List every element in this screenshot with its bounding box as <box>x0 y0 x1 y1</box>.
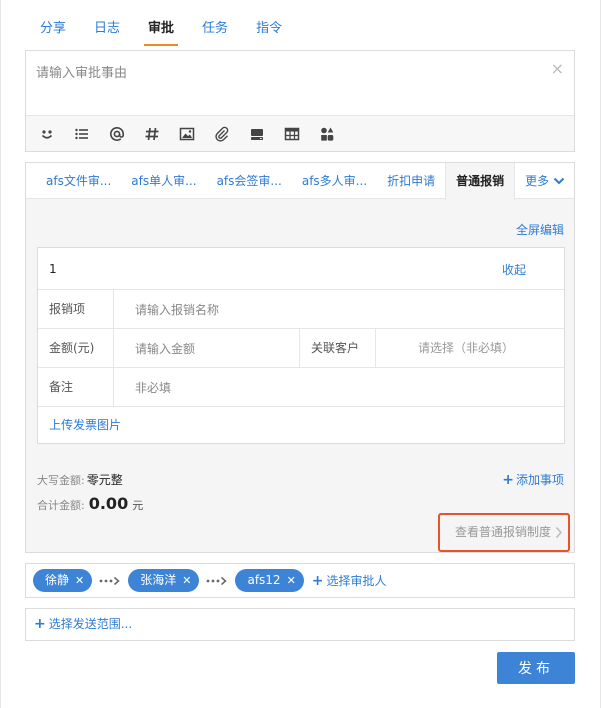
publish-button[interactable]: 发布 <box>497 652 575 684</box>
plus-icon: + <box>34 616 46 632</box>
tab-more-label: 更多 <box>525 174 550 188</box>
expense-item-header: 1 收起 <box>38 248 564 290</box>
reason-input[interactable] <box>36 63 536 83</box>
expense-name-row: 报销项 <box>38 290 564 329</box>
tab-approval[interactable]: 审批 <box>134 0 188 46</box>
approver-name: afs12 <box>247 573 281 587</box>
select-approver-label: 选择审批人 <box>326 574 387 588</box>
tab-afs-single-approval[interactable]: afs单人审... <box>121 163 206 199</box>
total-amount-value: 0.00 <box>88 494 129 513</box>
top-tabs: 分享 日志 审批 任务 指令 <box>26 0 296 46</box>
plus-icon: + <box>311 573 324 589</box>
tab-afs-file-approval[interactable]: afs文件审... <box>26 163 121 199</box>
add-item-label: 添加事项 <box>515 473 564 487</box>
uppercase-amount: 大写金额: 零元整 <box>37 471 123 488</box>
amount-row: 金额(元) 关联客户 请选择（非必填） <box>38 329 564 368</box>
upload-row: 上传发票图片 <box>38 407 564 446</box>
plus-icon: + <box>502 472 514 488</box>
composer-toolbar <box>26 115 574 151</box>
tab-more[interactable]: 更多 <box>515 163 575 199</box>
expense-item-card: 1 收起 报销项 金额(元) 关联客户 请选择（非必填） 备注 上传发票图片 <box>37 247 565 444</box>
uppercase-amount-value: 零元整 <box>86 473 123 487</box>
expense-item-label: 报销项 <box>38 290 114 328</box>
arrow-separator-icon <box>206 576 228 586</box>
expense-item-index: 1 <box>49 262 57 276</box>
approver-name: 徐静 <box>45 573 70 587</box>
approver-chain: 徐静 ✕ 张海洋 ✕ afs12 ✕ + 选择审批人 <box>25 563 575 598</box>
view-reimbursement-policy-link[interactable]: 查看普通报销制度 <box>438 513 570 552</box>
attachment-icon[interactable] <box>209 121 235 147</box>
select-scope-label: 选择发送范围... <box>48 617 133 631</box>
tab-log[interactable]: 日志 <box>80 0 134 46</box>
fullscreen-edit-link[interactable]: 全屏编辑 <box>516 221 564 238</box>
total-amount-label: 合计金额: <box>37 499 85 512</box>
select-scope-button[interactable]: + 选择发送范围... <box>25 608 575 641</box>
policy-link-label: 查看普通报销制度 <box>455 525 552 539</box>
note-label: 备注 <box>38 368 114 406</box>
amount-input[interactable] <box>135 340 295 358</box>
remove-icon[interactable]: ✕ <box>182 569 191 592</box>
add-item-button[interactable]: + 添加事项 <box>502 471 564 488</box>
arrow-separator-icon <box>99 576 121 586</box>
list-icon[interactable] <box>69 121 95 147</box>
storage-icon[interactable] <box>244 121 270 147</box>
note-input[interactable] <box>135 379 555 397</box>
approver-name: 张海洋 <box>140 573 177 587</box>
tab-general-reimbursement[interactable]: 普通报销 <box>445 163 516 200</box>
total-amount: 合计金额: 0.00 元 <box>37 494 143 513</box>
remove-icon[interactable]: ✕ <box>287 569 296 592</box>
approval-type-tabs: afs文件审... afs单人审... afs会签审... afs多人审... … <box>26 163 575 200</box>
uppercase-amount-label: 大写金额: <box>37 474 85 487</box>
approval-panel: afs文件审... afs单人审... afs会签审... afs多人审... … <box>25 162 575 553</box>
table-icon[interactable] <box>279 121 305 147</box>
close-icon[interactable]: × <box>551 59 564 78</box>
tab-command[interactable]: 指令 <box>242 0 296 46</box>
upload-invoice-link[interactable]: 上传发票图片 <box>49 407 121 443</box>
select-approver-button[interactable]: + 选择审批人 <box>312 572 387 589</box>
tab-afs-joint-approval[interactable]: afs会签审... <box>207 163 292 199</box>
emoji-icon[interactable] <box>34 121 60 147</box>
note-row: 备注 <box>38 368 564 407</box>
reason-composer: × <box>25 50 575 152</box>
approver-chip[interactable]: 徐静 ✕ <box>33 569 93 592</box>
tab-afs-multi-approval[interactable]: afs多人审... <box>292 163 377 199</box>
tab-task[interactable]: 任务 <box>188 0 242 46</box>
image-icon[interactable] <box>174 121 200 147</box>
at-icon[interactable] <box>104 121 130 147</box>
customer-label: 关联客户 <box>299 329 376 367</box>
apps-icon[interactable] <box>314 121 340 147</box>
chevron-right-icon <box>555 515 563 564</box>
remove-icon[interactable]: ✕ <box>75 569 84 592</box>
tab-share[interactable]: 分享 <box>26 0 80 46</box>
approver-chip[interactable]: afs12 ✕ <box>235 569 304 592</box>
hashtag-icon[interactable] <box>139 121 165 147</box>
amount-label: 金额(元) <box>38 329 114 367</box>
expense-name-input[interactable] <box>135 301 555 319</box>
chevron-down-icon <box>553 164 565 200</box>
customer-select[interactable]: 请选择（非必填） <box>418 329 514 367</box>
total-amount-unit: 元 <box>132 499 144 512</box>
tab-discount-request[interactable]: 折扣申请 <box>377 163 445 199</box>
collapse-link[interactable]: 收起 <box>502 261 526 278</box>
approver-chip[interactable]: 张海洋 ✕ <box>128 569 200 592</box>
